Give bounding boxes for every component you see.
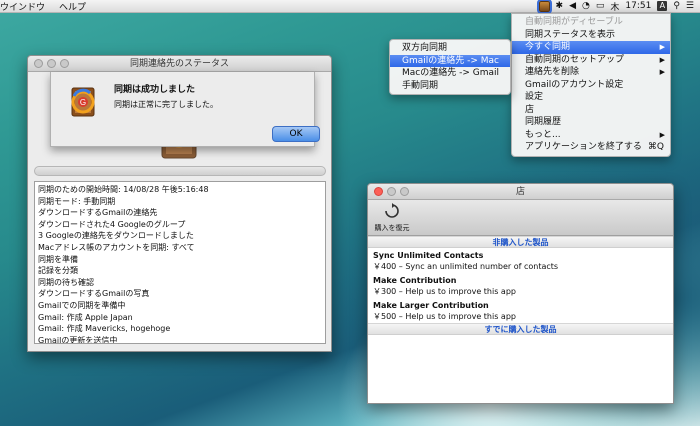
window-controls: [34, 59, 69, 68]
product-item[interactable]: Sync Unlimited Contacts ￥400 – Sync an u…: [368, 248, 673, 273]
menu-item-label: 自動同期のセットアップ: [525, 54, 625, 65]
bluetooth-icon[interactable]: ✱: [556, 0, 564, 13]
product-name: Sync Unlimited Contacts: [373, 251, 484, 260]
menu-item-settings[interactable]: 設定: [512, 91, 670, 104]
product-description: ￥500 – Help us to improve this app: [373, 312, 516, 321]
status-window-title: 同期連絡先のステータス: [129, 59, 229, 69]
sync-app-icon: G: [63, 82, 103, 125]
submenu-item-gmail-to-mac[interactable]: Gmailの連絡先 -> Mac: [390, 54, 510, 67]
unpurchased-section-header: 非購入した製品: [368, 236, 673, 248]
volume-icon[interactable]: ◀: [569, 0, 576, 13]
ok-button[interactable]: OK: [272, 126, 320, 142]
restore-icon: [385, 203, 399, 218]
log-line: 同期の待ち確認: [38, 277, 94, 287]
menu-item-gmail-account[interactable]: Gmailのアカウント設定: [512, 79, 670, 92]
alert-title: 同期は成功しました: [114, 85, 196, 95]
log-line: Gmail: 作成 Apple Japan: [38, 312, 133, 322]
log-line: Gmailでの同期を準備中: [38, 300, 126, 310]
submenu-item-mac-to-gmail[interactable]: Macの連絡先 -> Gmail: [390, 67, 510, 80]
log-line: Macアドレス帳のアカウントを同期: すべて: [38, 242, 195, 252]
input-source-icon[interactable]: A: [657, 1, 668, 11]
product-description: ￥400 – Sync an unlimited number of conta…: [373, 262, 559, 271]
store-window-titlebar[interactable]: 店: [368, 184, 673, 200]
sync-now-submenu: 双方向同期 Gmailの連絡先 -> Mac Macの連絡先 -> Gmail …: [389, 39, 511, 95]
svg-text:G: G: [80, 98, 86, 107]
zoom-button[interactable]: [60, 59, 69, 68]
menu-item-delete-contacts[interactable]: 連絡先を削除 ▶: [512, 66, 670, 79]
store-product-list: 非購入した製品 Sync Unlimited Contacts ￥400 – S…: [368, 236, 673, 403]
menu-item-quit[interactable]: アプリケーションを終了する ⌘Q: [512, 141, 670, 154]
menu-item-show-status[interactable]: 同期ステータスを表示: [512, 29, 670, 42]
menu-window[interactable]: ウインドウ: [0, 0, 52, 13]
status-window-titlebar[interactable]: 同期連絡先のステータス: [28, 56, 331, 72]
log-line: 同期のための開始時間: 14/08/28 午後5:16:48: [38, 185, 209, 194]
log-line: Gmailの更新を送信中: [38, 335, 118, 344]
store-window-title: 店: [515, 187, 525, 197]
menu-bar-extras: ✱ ◀ ◔ ▭ 木 17:51 A ⚲ ☰: [536, 0, 700, 14]
log-line: ダウンロードされた4 Googleのグループ: [38, 219, 186, 229]
minimize-button[interactable]: [387, 187, 396, 196]
store-window: 店 購入を復元 非購入した製品 Sync Unlimited Contacts …: [367, 183, 674, 404]
close-button[interactable]: [374, 187, 383, 196]
store-toolbar: 購入を復元: [368, 200, 673, 236]
close-button[interactable]: [34, 59, 43, 68]
log-line: 同期モード: 手動同期: [38, 196, 116, 206]
submenu-arrow-icon: ▶: [659, 68, 665, 76]
log-line: 3 Googleの連絡先をダウンロードしました: [38, 231, 194, 241]
log-line: ダウンロードするGmailの連絡先: [38, 208, 158, 218]
product-name: Make Larger Contribution: [373, 301, 489, 310]
menu-item-label: もっと...: [525, 129, 561, 140]
menu-item-label: 今すぐ同期: [525, 42, 571, 52]
purchased-section-header: すでに購入した製品: [368, 323, 673, 335]
product-description: ￥300 – Help us to improve this app: [373, 287, 516, 296]
time-machine-icon[interactable]: ◔: [582, 0, 590, 13]
menu-bar: ウインドウ ヘルプ ✱ ◀ ◔ ▭ 木 17:51 A ⚲ ☰: [0, 0, 700, 14]
submenu-arrow-icon: ▶: [659, 43, 665, 51]
menu-item-sync-now[interactable]: 今すぐ同期 ▶: [512, 41, 670, 54]
clock-day[interactable]: 木: [610, 0, 619, 13]
menu-help[interactable]: ヘルプ: [52, 0, 93, 13]
product-item[interactable]: Make Contribution ￥300 – Help us to impr…: [368, 273, 673, 298]
submenu-item-manual[interactable]: 手動同期: [390, 80, 510, 93]
restore-label: 購入を復元: [374, 224, 410, 232]
product-item[interactable]: Make Larger Contribution ￥500 – Help us …: [368, 298, 673, 323]
menu-item-shortcut: ⌘Q: [647, 142, 664, 152]
sync-status-window: 同期連絡先のステータス G 同期は成功しました 同期は正常に完了しました。 OK…: [27, 55, 332, 352]
log-line: 同期を準備: [38, 254, 78, 264]
product-name: Make Contribution: [373, 276, 457, 285]
sync-contacts-status-icon[interactable]: [536, 0, 552, 14]
menu-item-label: 連絡先を削除: [525, 67, 580, 77]
restore-purchases-button[interactable]: 購入を復元: [372, 203, 412, 233]
submenu-item-two-way[interactable]: 双方向同期: [390, 42, 510, 55]
minimize-button[interactable]: [47, 59, 56, 68]
menu-item-history[interactable]: 同期履歴: [512, 116, 670, 129]
battery-icon[interactable]: ▭: [596, 0, 605, 13]
log-line: Gmail: 作成 Mavericks, hogehoge: [38, 324, 171, 334]
submenu-arrow-icon: ▶: [659, 130, 665, 139]
log-line: ダウンロードするGmailの写真: [38, 289, 150, 299]
submenu-arrow-icon: ▶: [659, 55, 665, 64]
log-line: 記録を分類: [38, 266, 78, 276]
alert-message: 同期は正常に完了しました。: [114, 100, 218, 109]
menu-item-store[interactable]: 店: [512, 104, 670, 117]
sync-log-list[interactable]: 同期のための開始時間: 14/08/28 午後5:16:48 同期モード: 手動同…: [34, 181, 326, 344]
sync-app-menu: 自動同期がディセーブル 同期ステータスを表示 今すぐ同期 ▶ 自動同期のセットア…: [511, 13, 671, 157]
success-alert-sheet: G 同期は成功しました 同期は正常に完了しました。 OK: [50, 72, 320, 147]
spotlight-search-icon[interactable]: ⚲: [673, 0, 680, 13]
menu-item-auto-sync-disabled: 自動同期がディセーブル: [525, 17, 623, 27]
menu-item-auto-sync-setup[interactable]: 自動同期のセットアップ ▶: [512, 54, 670, 67]
zoom-button[interactable]: [400, 187, 409, 196]
clock-time[interactable]: 17:51: [625, 1, 651, 11]
menu-item-more[interactable]: もっと... ▶: [512, 129, 670, 142]
notification-center-icon[interactable]: ☰: [686, 0, 694, 13]
menu-item-label: アプリケーションを終了する: [525, 142, 642, 152]
sync-progress-bar: [34, 166, 326, 176]
window-controls: [374, 187, 409, 196]
